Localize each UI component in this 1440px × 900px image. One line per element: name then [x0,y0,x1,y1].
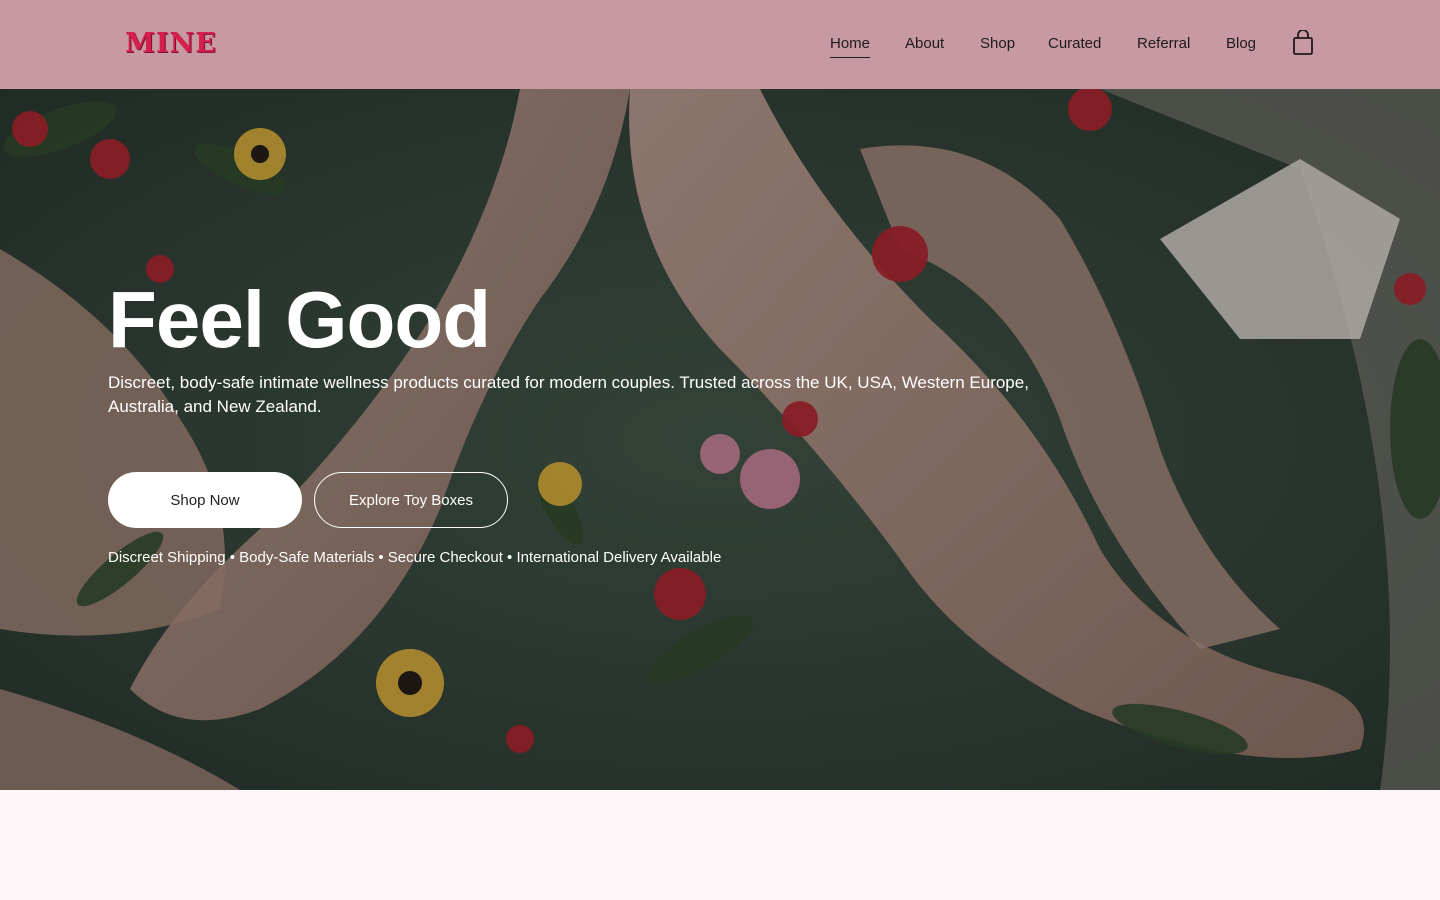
site-header: MINE Home About Shop Curated Referral Bl… [0,0,1440,89]
shop-now-button[interactable]: Shop Now [108,472,302,528]
nav-about-link[interactable]: About [905,33,944,55]
hero-section: Feel Good Discreet, body-safe intimate w… [0,89,1440,790]
hero-overlay [0,89,1440,790]
explore-toy-boxes-button[interactable]: Explore Toy Boxes [314,472,508,528]
hero-title: Feel Good [108,275,491,364]
nav-curated-link[interactable]: Curated [1048,33,1101,55]
nav-shop-link[interactable]: Shop [980,33,1015,55]
shopping-bag-icon[interactable] [1292,29,1314,56]
nav-referral-link[interactable]: Referral [1137,33,1190,55]
hero-content: Feel Good Discreet, body-safe intimate w… [108,275,1088,566]
nav-blog-link[interactable]: Blog [1226,33,1256,55]
main-nav: Home About Shop Curated Referral Blog [0,33,1440,59]
nav-home-link[interactable]: Home [830,33,871,58]
hero-buttons: Shop Now Explore Toy Boxes [108,472,608,528]
trust-badges-text: Discreet Shipping • Body-Safe Materials … [108,549,722,566]
hero-subtitle: Discreet, body-safe intimate wellness pr… [108,373,1029,416]
below-hero-section [0,790,1440,900]
